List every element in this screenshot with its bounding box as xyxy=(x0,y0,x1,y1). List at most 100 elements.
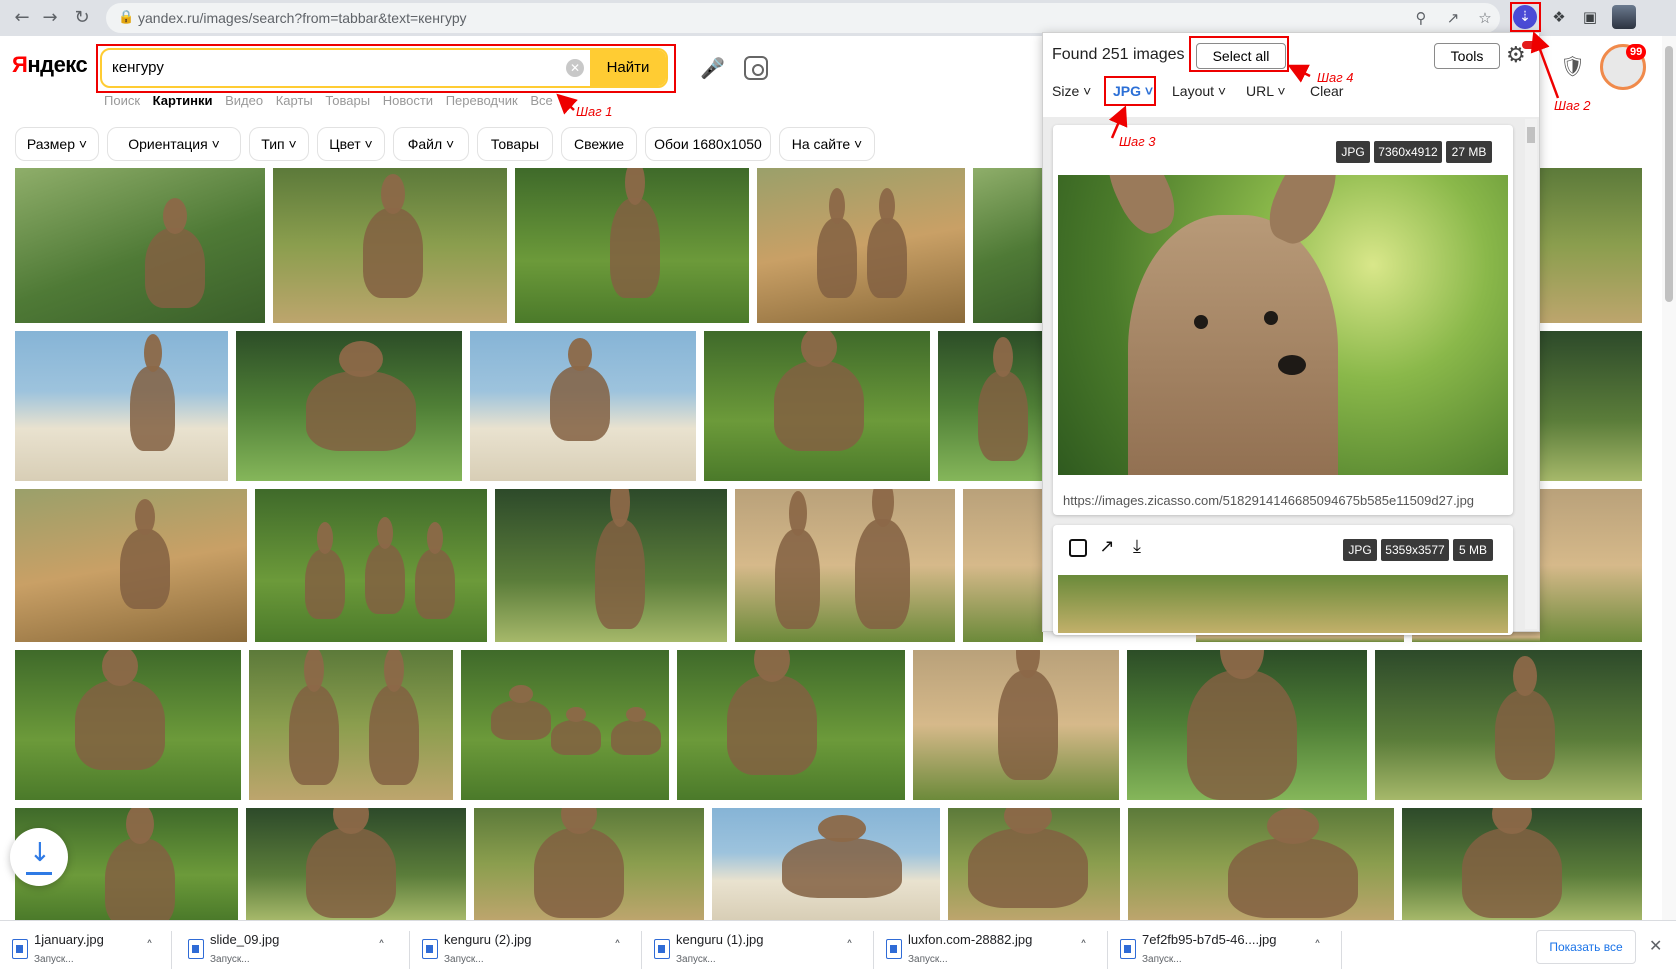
image-preview[interactable] xyxy=(1058,575,1508,633)
reload-icon[interactable]: ↻ xyxy=(70,6,94,30)
shield-icon[interactable]: 🛡 xyxy=(1560,54,1585,78)
microphone-icon[interactable]: 🎤 xyxy=(700,56,725,80)
image-result[interactable] xyxy=(15,489,247,642)
image-preview[interactable] xyxy=(1058,175,1508,475)
image-result[interactable] xyxy=(963,489,1043,642)
image-result[interactable] xyxy=(948,808,1120,920)
service-news[interactable]: Новости xyxy=(383,93,433,108)
download-icon[interactable]: ⤓ xyxy=(1127,537,1147,557)
address-url[interactable]: yandex.ru/images/search?from=tabbar&text… xyxy=(138,10,467,26)
image-result[interactable] xyxy=(246,808,466,920)
image-result[interactable] xyxy=(15,331,228,481)
filter-size[interactable]: Размер ˅ xyxy=(15,127,99,161)
image-result[interactable] xyxy=(1128,808,1394,920)
image-result[interactable] xyxy=(973,168,1043,323)
download-filename: luxfon.com-28882.jpg xyxy=(908,932,1033,947)
show-all-downloads-button[interactable]: Показать все xyxy=(1536,930,1636,964)
image-card[interactable]: JPG 7360x4912 27 MB https://images.zicas… xyxy=(1053,125,1513,515)
image-result[interactable] xyxy=(249,650,453,800)
share-icon[interactable]: ↗ xyxy=(1444,9,1462,27)
download-item[interactable]: 7ef2fb95-b7d5-46....jpg Запуск... ˄ xyxy=(1108,921,1342,978)
image-result[interactable] xyxy=(1540,168,1642,323)
image-result[interactable] xyxy=(938,331,1043,481)
image-result[interactable] xyxy=(1375,650,1642,800)
image-result[interactable] xyxy=(470,331,696,481)
download-item[interactable]: 1january.jpg Запуск... ˄ xyxy=(0,921,172,978)
service-images[interactable]: Картинки xyxy=(153,93,213,108)
download-item[interactable]: kenguru (1).jpg Запуск... ˄ xyxy=(642,921,874,978)
download-item[interactable]: slide_09.jpg Запуск... ˄ xyxy=(176,921,410,978)
filter-wallpapers[interactable]: Обои 1680x1050 xyxy=(645,127,771,161)
download-item[interactable]: kenguru (2).jpg Запуск... ˄ xyxy=(410,921,642,978)
puzzle-icon[interactable]: ❖ xyxy=(1547,5,1571,29)
filter-goods[interactable]: Товары xyxy=(477,127,553,161)
service-translator[interactable]: Переводчик xyxy=(446,93,518,108)
image-result[interactable] xyxy=(913,650,1119,800)
chevron-up-icon[interactable]: ˄ xyxy=(146,939,153,955)
filter-file[interactable]: Файл ˅ xyxy=(393,127,469,161)
image-result[interactable] xyxy=(474,808,704,920)
image-result[interactable] xyxy=(735,489,955,642)
image-list[interactable]: JPG 7360x4912 27 MB https://images.zicas… xyxy=(1043,117,1539,635)
image-result[interactable] xyxy=(757,168,965,323)
forward-arrow-icon[interactable]: → xyxy=(38,6,62,30)
image-result[interactable] xyxy=(15,168,265,323)
chevron-up-icon[interactable]: ˄ xyxy=(1080,939,1087,955)
chevron-up-icon[interactable]: ˄ xyxy=(846,939,853,955)
file-icon xyxy=(188,939,204,959)
service-search[interactable]: Поиск xyxy=(104,93,140,108)
close-icon[interactable]: ✕ xyxy=(1649,936,1662,955)
yandex-logo[interactable]: Яндекс xyxy=(12,52,88,78)
url-menu[interactable]: URL ˅ xyxy=(1246,83,1286,99)
popup-scrollbar[interactable] xyxy=(1525,119,1537,629)
image-card[interactable]: ↗ ⤓ JPG 5359x3577 5 MB xyxy=(1053,525,1513,635)
image-result[interactable] xyxy=(1540,331,1642,481)
star-icon[interactable]: ☆ xyxy=(1476,9,1494,27)
clear-button[interactable]: Clear xyxy=(1310,83,1343,99)
step1-label: Шаг 1 xyxy=(576,104,613,119)
image-result[interactable] xyxy=(273,168,507,323)
zoom-icon[interactable]: ⚲ xyxy=(1412,9,1430,27)
image-result[interactable] xyxy=(712,808,940,920)
image-url[interactable]: https://images.zicasso.com/5182914146685… xyxy=(1063,493,1474,508)
filter-on-site[interactable]: На сайте ˅ xyxy=(779,127,875,161)
image-result[interactable] xyxy=(1540,489,1642,642)
filter-fresh[interactable]: Свежие xyxy=(561,127,637,161)
page-scrollbar[interactable] xyxy=(1662,36,1676,922)
chevron-up-icon[interactable]: ˄ xyxy=(1314,939,1321,955)
chevron-up-icon[interactable]: ˄ xyxy=(378,939,385,955)
image-result[interactable] xyxy=(704,331,930,481)
found-count: Found 251 images xyxy=(1052,46,1185,63)
profile-icon[interactable] xyxy=(1612,5,1636,29)
image-search-icon[interactable] xyxy=(744,56,768,80)
file-icon xyxy=(12,939,28,959)
image-result[interactable] xyxy=(495,489,727,642)
back-arrow-icon[interactable]: ← xyxy=(10,6,34,30)
image-result[interactable] xyxy=(677,650,905,800)
open-in-new-icon[interactable]: ↗ xyxy=(1097,537,1117,557)
image-result[interactable] xyxy=(1402,808,1642,920)
filter-orientation[interactable]: Ориентация ˅ xyxy=(107,127,241,161)
filter-color[interactable]: Цвет ˅ xyxy=(317,127,385,161)
size-menu[interactable]: Size ˅ xyxy=(1052,83,1091,99)
service-maps[interactable]: Карты xyxy=(276,93,313,108)
image-result[interactable] xyxy=(1127,650,1367,800)
layout-menu[interactable]: Layout ˅ xyxy=(1172,83,1226,99)
service-video[interactable]: Видео xyxy=(225,93,263,108)
image-result[interactable] xyxy=(255,489,487,642)
chevron-up-icon[interactable]: ˄ xyxy=(614,939,621,955)
image-result[interactable] xyxy=(515,168,749,323)
service-all[interactable]: Все xyxy=(530,93,552,108)
service-goods[interactable]: Товары xyxy=(325,93,370,108)
download-fab[interactable]: ↓ xyxy=(10,828,68,886)
image-result[interactable] xyxy=(461,650,669,800)
image-result[interactable] xyxy=(236,331,462,481)
tools-button[interactable]: Tools xyxy=(1434,43,1500,69)
filter-type[interactable]: Тип ˅ xyxy=(249,127,309,161)
sidepanel-icon[interactable]: ▣ xyxy=(1578,5,1602,29)
select-checkbox[interactable] xyxy=(1069,539,1087,557)
download-item[interactable]: luxfon.com-28882.jpg Запуск... ˄ xyxy=(874,921,1108,978)
address-bar[interactable]: 🔒 yandex.ru/images/search?from=tabbar&te… xyxy=(106,3,1500,33)
image-result[interactable] xyxy=(15,650,241,800)
size-badge: 5 MB xyxy=(1453,539,1493,561)
